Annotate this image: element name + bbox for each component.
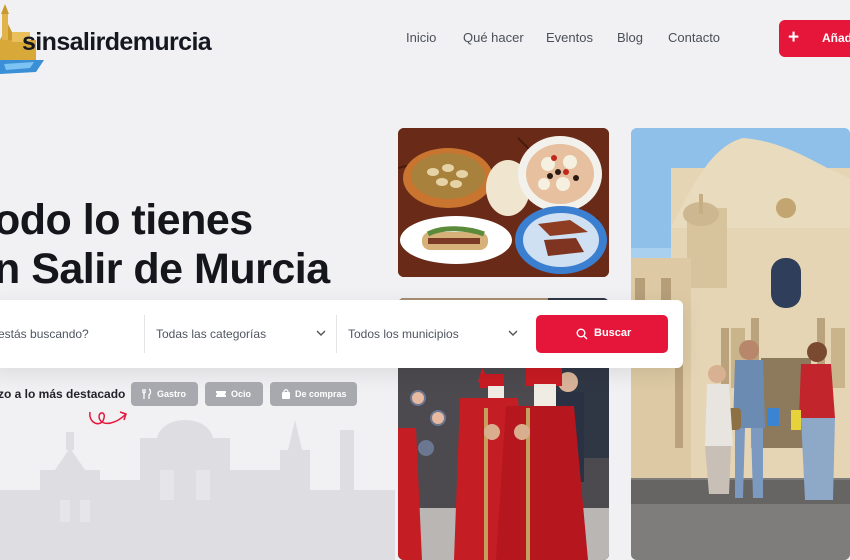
logo-text: sinsalirdemurcia xyxy=(22,28,212,56)
nav-item-contacto[interactable]: Contacto xyxy=(668,30,720,45)
add-listing-button[interactable]: + Añadi xyxy=(779,20,850,57)
curved-arrow-icon xyxy=(89,411,127,425)
city-skyline-illustration xyxy=(0,420,395,560)
keyword-search-input[interactable]: estás buscando? xyxy=(0,327,89,341)
chip-de-compras-label: De compras xyxy=(295,389,347,399)
utensils-icon xyxy=(142,388,152,399)
gastronomy-photo[interactable] xyxy=(398,128,609,277)
chip-gastro[interactable]: Gastro xyxy=(131,382,198,406)
search-icon xyxy=(576,328,588,340)
search-button-label: Buscar xyxy=(594,327,632,339)
nav-item-inicio[interactable]: Inicio xyxy=(406,30,436,45)
chevron-down-icon[interactable] xyxy=(316,328,326,338)
plus-icon: + xyxy=(788,27,800,48)
chip-gastro-label: Gastro xyxy=(157,389,187,399)
site-logo[interactable]: sinsalirdemurcia xyxy=(0,4,240,74)
quick-access-label: zo a lo más destacado xyxy=(0,387,126,401)
shopping-bag-icon xyxy=(282,389,290,399)
search-divider xyxy=(144,315,145,353)
chip-ocio[interactable]: Ocio xyxy=(205,382,263,406)
municipality-select[interactable]: Todos los municipios xyxy=(348,327,459,341)
hero-title-line-2: n Salir de Murcia xyxy=(0,245,330,293)
chip-ocio-label: Ocio xyxy=(231,389,252,399)
add-listing-label: Añadi xyxy=(822,31,850,45)
search-bar: estás buscando? Todas las categorías Tod… xyxy=(0,300,683,368)
hero-title: odo lo tienes n Salir de Murcia xyxy=(0,196,330,294)
search-divider xyxy=(336,315,337,353)
chip-de-compras[interactable]: De compras xyxy=(270,382,357,406)
category-select[interactable]: Todas las categorías xyxy=(156,327,266,341)
nav-item-que-hacer[interactable]: Qué hacer xyxy=(463,30,524,45)
ticket-icon xyxy=(216,391,226,397)
chevron-down-icon[interactable] xyxy=(508,328,518,338)
nav-item-blog[interactable]: Blog xyxy=(617,30,643,45)
nav-item-eventos[interactable]: Eventos xyxy=(546,30,593,45)
hero-title-line-1: odo lo tienes xyxy=(0,196,253,244)
food-dishes-image xyxy=(398,128,609,277)
search-button[interactable]: Buscar xyxy=(536,315,668,353)
